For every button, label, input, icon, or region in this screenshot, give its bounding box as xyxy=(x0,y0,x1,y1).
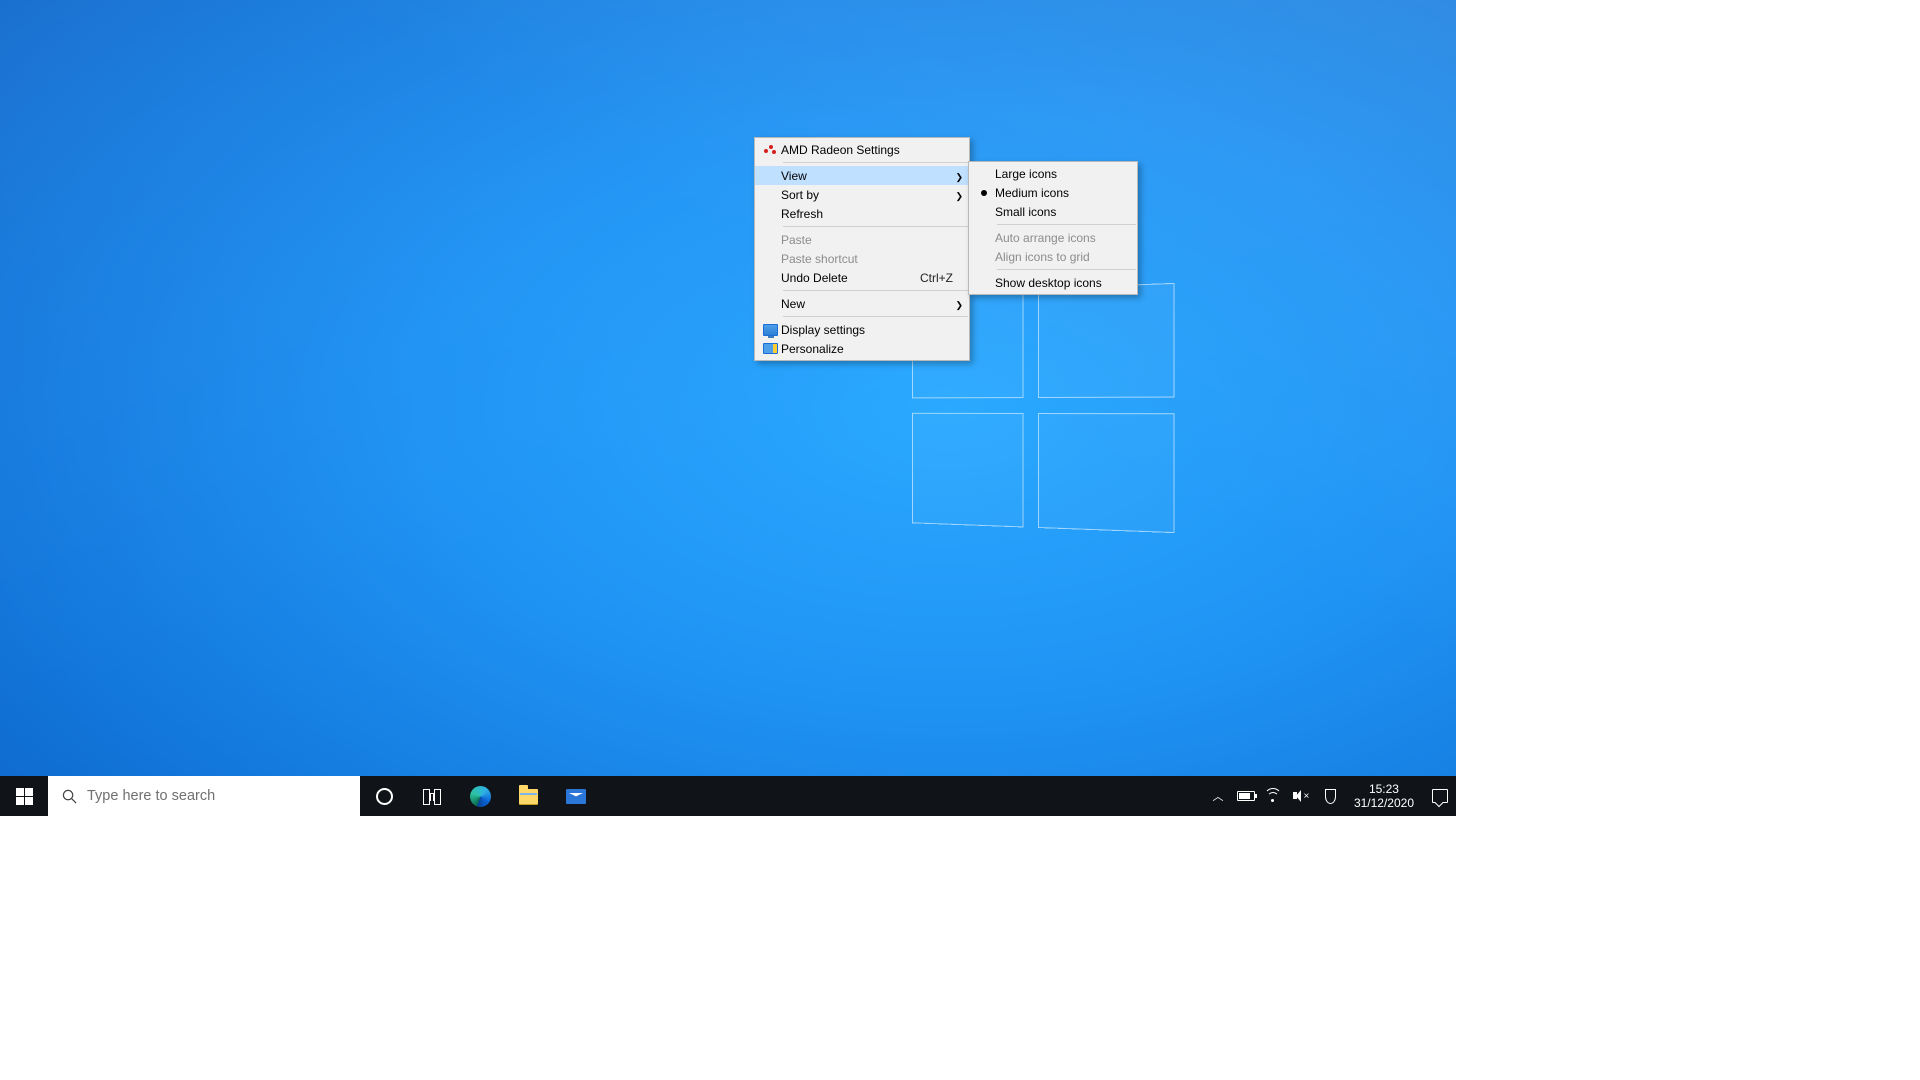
menu-label: Refresh xyxy=(781,207,953,221)
menu-separator xyxy=(783,226,968,227)
amd-icon xyxy=(763,143,777,157)
task-view-icon xyxy=(423,789,441,803)
menu-separator xyxy=(783,162,968,163)
taskbar-search-box[interactable]: Type here to search xyxy=(48,776,360,816)
menu-label: View xyxy=(781,169,953,183)
menu-item-display-settings[interactable]: Display settings xyxy=(755,320,969,339)
tray-battery[interactable] xyxy=(1232,776,1260,816)
submenu-item-medium-icons[interactable]: Medium icons xyxy=(969,183,1137,202)
menu-label: Undo Delete xyxy=(781,271,896,285)
submenu-item-auto-arrange[interactable]: Auto arrange icons xyxy=(969,228,1137,247)
menu-separator xyxy=(997,224,1136,225)
submenu-arrow-icon xyxy=(953,169,963,183)
file-explorer-icon xyxy=(519,789,538,804)
radio-selected-icon xyxy=(981,190,987,196)
menu-label: Medium icons xyxy=(995,186,1131,200)
menu-item-paste-shortcut: Paste shortcut xyxy=(755,249,969,268)
tray-time: 15:23 xyxy=(1354,782,1414,796)
menu-label: Paste xyxy=(781,233,953,247)
submenu-item-large-icons[interactable]: Large icons xyxy=(969,164,1137,183)
menu-label: Auto arrange icons xyxy=(995,231,1131,245)
action-center-button[interactable] xyxy=(1424,789,1456,803)
wifi-icon xyxy=(1265,789,1282,803)
menu-label: Sort by xyxy=(781,188,953,202)
cortana-button[interactable] xyxy=(360,776,408,816)
menu-item-view[interactable]: View xyxy=(755,166,969,185)
taskbar-app-mail[interactable] xyxy=(552,776,600,816)
display-settings-icon xyxy=(763,324,778,336)
menu-label: Display settings xyxy=(781,323,953,337)
menu-item-personalize[interactable]: Personalize xyxy=(755,339,969,358)
menu-item-paste: Paste xyxy=(755,230,969,249)
menu-label: Show desktop icons xyxy=(995,276,1131,290)
shield-icon xyxy=(1322,789,1338,803)
submenu-arrow-icon xyxy=(953,297,963,311)
submenu-item-small-icons[interactable]: Small icons xyxy=(969,202,1137,221)
menu-label: Large icons xyxy=(995,167,1131,181)
menu-label: Personalize xyxy=(781,342,953,356)
menu-item-refresh[interactable]: Refresh xyxy=(755,204,969,223)
taskbar-app-edge[interactable] xyxy=(456,776,504,816)
personalize-icon xyxy=(763,343,778,354)
search-icon xyxy=(62,789,77,804)
menu-item-new[interactable]: New xyxy=(755,294,969,313)
menu-item-sort-by[interactable]: Sort by xyxy=(755,185,969,204)
tray-volume[interactable]: × xyxy=(1288,776,1316,816)
chevron-up-icon: ︿ xyxy=(1212,788,1223,804)
mail-icon xyxy=(566,789,586,804)
submenu-item-align-grid[interactable]: Align icons to grid xyxy=(969,247,1137,266)
cortana-icon xyxy=(376,788,393,805)
desktop-background[interactable]: AMD Radeon Settings View Sort by Refresh… xyxy=(0,0,1456,816)
menu-shortcut: Ctrl+Z xyxy=(920,271,953,285)
tray-network[interactable] xyxy=(1260,776,1288,816)
menu-label: Small icons xyxy=(995,205,1131,219)
view-submenu: Large icons Medium icons Small icons Aut… xyxy=(968,161,1138,295)
search-placeholder: Type here to search xyxy=(87,788,215,804)
menu-separator xyxy=(783,316,968,317)
tray-overflow-button[interactable]: ︿ xyxy=(1204,776,1232,816)
menu-separator xyxy=(783,290,968,291)
system-tray: ︿ × 15:23 31/12/2020 xyxy=(1204,776,1456,816)
menu-item-amd-radeon-settings[interactable]: AMD Radeon Settings xyxy=(755,140,969,159)
taskbar: Type here to search ︿ × 15:23 31/12/2020 xyxy=(0,776,1456,816)
volume-muted-icon: × xyxy=(1293,789,1310,803)
windows-start-icon xyxy=(16,788,33,805)
tray-windows-defender[interactable] xyxy=(1316,776,1344,816)
submenu-item-show-desktop-icons[interactable]: Show desktop icons xyxy=(969,273,1137,292)
start-button[interactable] xyxy=(0,776,48,816)
taskbar-app-file-explorer[interactable] xyxy=(504,776,552,816)
menu-item-undo-delete[interactable]: Undo Delete Ctrl+Z xyxy=(755,268,969,287)
menu-label: AMD Radeon Settings xyxy=(781,143,953,157)
battery-icon xyxy=(1237,791,1255,801)
task-view-button[interactable] xyxy=(408,776,456,816)
menu-label: New xyxy=(781,297,953,311)
desktop-context-menu: AMD Radeon Settings View Sort by Refresh… xyxy=(754,137,970,361)
submenu-arrow-icon xyxy=(953,188,963,202)
tray-clock[interactable]: 15:23 31/12/2020 xyxy=(1344,782,1424,810)
menu-separator xyxy=(997,269,1136,270)
edge-icon xyxy=(470,786,491,807)
tray-date: 31/12/2020 xyxy=(1354,796,1414,810)
menu-label: Paste shortcut xyxy=(781,252,953,266)
menu-label: Align icons to grid xyxy=(995,250,1131,264)
notification-icon xyxy=(1432,789,1448,803)
